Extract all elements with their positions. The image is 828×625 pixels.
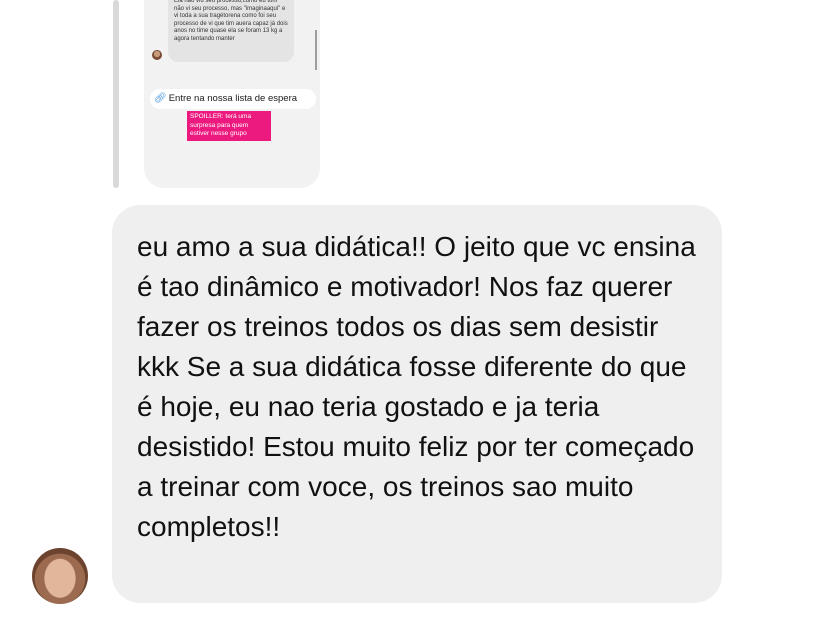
waitlist-link[interactable]: 🔗︎ Entre na nossa lista de espera [150,89,316,109]
story-avatar [152,50,162,60]
reply-quote-bar [113,0,119,188]
story-scroll-indicator [315,30,317,70]
waitlist-label: Entre na nossa lista de espera [168,93,298,104]
spoiler-sticker: SPOILLER: terá uma surpresa para quem es… [187,111,271,141]
story-message-bubble: Ela não viu seu processo,como eu tom não… [168,0,294,62]
link-icon: 🔗︎ [154,93,167,104]
message-bubble[interactable]: eu amo a sua didática!! O jeito que vc e… [112,205,722,603]
sender-avatar[interactable] [32,548,88,604]
replied-story-preview[interactable]: Ela não viu seu processo,como eu tom não… [144,0,320,188]
message-text: eu amo a sua didática!! O jeito que vc e… [137,231,696,542]
